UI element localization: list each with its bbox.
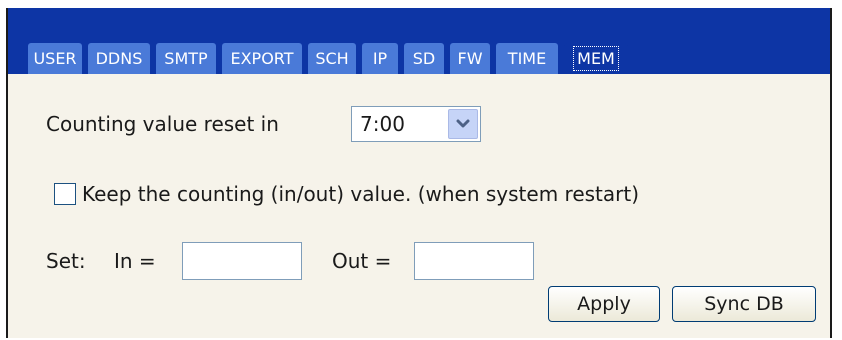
- sync-db-button[interactable]: Sync DB: [672, 286, 816, 322]
- out-value-input[interactable]: [414, 242, 534, 280]
- in-value-input[interactable]: [182, 242, 302, 280]
- reset-time-select[interactable]: 7:00: [351, 106, 481, 142]
- tab-mem[interactable]: MEM: [564, 43, 628, 74]
- keep-counting-checkbox[interactable]: [54, 183, 76, 205]
- tab-sd-label: SD: [412, 49, 436, 68]
- out-label: Out =: [332, 249, 392, 273]
- memory-settings-panel: USER DDNS SMTP EXPORT SCH IP SD FW TIME …: [6, 8, 832, 338]
- tab-sd[interactable]: SD: [404, 43, 444, 74]
- tab-smtp-label: SMTP: [164, 49, 208, 68]
- tab-ddns-label: DDNS: [95, 49, 143, 68]
- tab-fw-label: FW: [457, 49, 483, 68]
- tab-export[interactable]: EXPORT: [222, 43, 302, 74]
- tab-sch-label: SCH: [315, 49, 349, 68]
- apply-button[interactable]: Apply: [548, 286, 660, 322]
- reset-label: Counting value reset in: [46, 112, 279, 136]
- tab-mem-label: MEM: [573, 46, 619, 71]
- chevron-down-icon: [456, 119, 470, 128]
- tab-bar: USER DDNS SMTP EXPORT SCH IP SD FW TIME …: [8, 8, 830, 74]
- reset-time-dropdown-button[interactable]: [448, 109, 478, 139]
- keep-counting-label: Keep the counting (in/out) value. (when …: [82, 182, 640, 206]
- reset-time-value: 7:00: [360, 112, 405, 136]
- tab-fw[interactable]: FW: [450, 43, 490, 74]
- tab-ip-label: IP: [372, 49, 388, 68]
- tab-ip[interactable]: IP: [362, 43, 398, 74]
- tab-smtp[interactable]: SMTP: [156, 43, 216, 74]
- tab-time-label: TIME: [507, 49, 547, 68]
- tab-ddns[interactable]: DDNS: [88, 43, 150, 74]
- tab-sch[interactable]: SCH: [308, 43, 356, 74]
- set-label: Set:: [46, 249, 86, 273]
- in-label: In =: [114, 249, 156, 273]
- tab-user[interactable]: USER: [28, 43, 82, 74]
- tab-time[interactable]: TIME: [496, 43, 558, 74]
- tab-export-label: EXPORT: [230, 49, 294, 68]
- tab-user-label: USER: [33, 49, 77, 68]
